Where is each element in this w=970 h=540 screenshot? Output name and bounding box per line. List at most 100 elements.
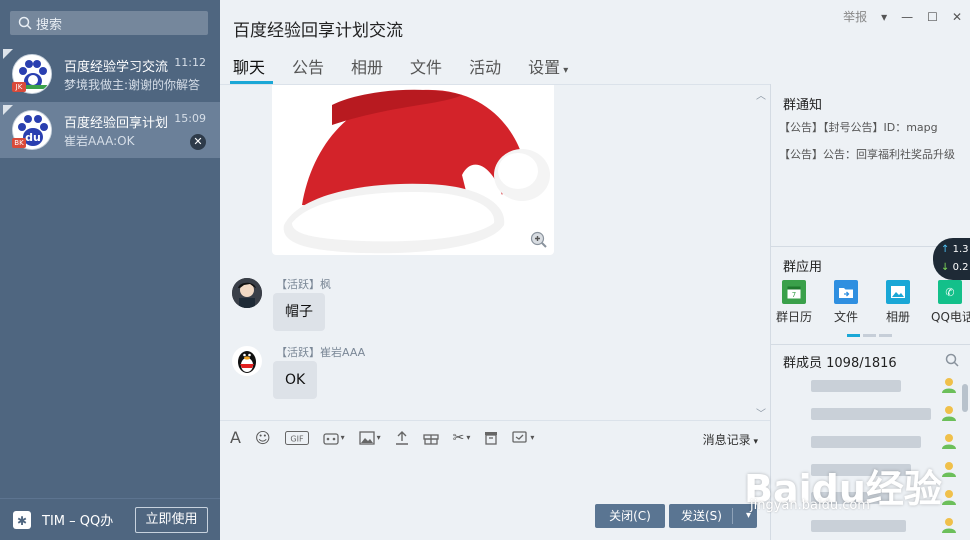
close-icon[interactable]: ✕ <box>952 10 962 24</box>
report-link[interactable]: 举报 <box>843 8 867 25</box>
message-bubble: OK <box>273 361 318 399</box>
photo-icon <box>886 280 910 304</box>
notice-item[interactable]: 【公告】【封号公告】ID：mapg <box>779 119 938 135</box>
avatar[interactable] <box>232 346 262 376</box>
search-input[interactable]: 搜索 <box>10 11 208 35</box>
upload-icon[interactable] <box>395 430 409 445</box>
chevron-down-icon[interactable]: ▾ <box>881 10 887 24</box>
member-name-blurred <box>811 520 906 532</box>
conversation-item-active[interactable]: du BK 百度经验回享计划 崔岩AAA:OK 15:09 ✕ <box>0 102 220 158</box>
group-badge: BK <box>12 138 26 148</box>
group-badge: JK <box>12 82 26 92</box>
app-page-indicator <box>847 334 892 337</box>
message-history-link[interactable]: 消息记录 ▾ <box>703 431 758 448</box>
svg-text:✱: ✱ <box>17 514 27 528</box>
download-speed: ↓ 0.2 <box>941 262 969 273</box>
app-label: 群日历 <box>775 310 812 324</box>
download-speed-value: 0.2 <box>952 262 969 273</box>
search-icon[interactable] <box>945 353 959 367</box>
svg-text:GIF: GIF <box>290 434 304 443</box>
member-item[interactable] <box>779 376 959 396</box>
minimize-icon[interactable]: — <box>901 10 913 24</box>
app-label: QQ电话 <box>931 310 970 324</box>
tab-files[interactable]: 文件 <box>397 48 452 84</box>
search-icon <box>18 16 32 30</box>
tab-activity[interactable]: 活动 <box>456 48 511 84</box>
tim-logo-icon: ✱ <box>13 510 31 529</box>
tab-album[interactable]: 相册 <box>338 48 393 84</box>
tab-settings[interactable]: 设置 ▾ <box>515 48 578 84</box>
member-avatar-icon <box>941 376 957 397</box>
app-files[interactable]: 文件 <box>827 280 865 325</box>
magic-emoji-icon[interactable]: ▾ <box>322 431 345 445</box>
members-title: 群成员 1098/1816 <box>783 356 897 371</box>
member-avatar-icon <box>941 404 957 425</box>
members-scrollbar[interactable] <box>962 384 968 412</box>
conversation-preview: 崔岩AAA:OK <box>64 134 135 148</box>
search-placeholder: 搜索 <box>36 17 63 33</box>
archive-icon[interactable] <box>484 431 498 445</box>
maximize-icon[interactable]: ☐ <box>927 10 938 24</box>
phone-icon: ✆ <box>938 280 962 304</box>
page-title: 百度经验回享计划交流 <box>233 21 403 41</box>
conversation-preview: 梦境我做主:谢谢的你解答 <box>64 78 200 92</box>
app-calendar[interactable]: 7 群日历 <box>775 280 813 325</box>
upload-speed-value: 1.3 <box>952 244 969 255</box>
app-label: 相册 <box>885 310 910 324</box>
conversation-item[interactable]: JK 百度经验学习交流 梦境我做主:谢谢的你解答 11:12 <box>0 46 220 102</box>
gift-icon[interactable] <box>422 431 439 445</box>
sidebar-footer: ✱ TIM – QQ办 立即使用 <box>0 498 220 540</box>
sidebar: 搜索 JK 百度经验学习交流 梦境我做主:谢谢的你解答 11:12 du BK … <box>0 0 220 540</box>
tab-announcement[interactable]: 公告 <box>279 48 334 84</box>
member-avatar-icon <box>941 516 957 537</box>
member-avatar-icon <box>941 460 957 481</box>
member-name-blurred <box>811 380 901 392</box>
more-tools-icon[interactable]: ▾ <box>512 430 534 445</box>
message-sender: 【活跃】枫 <box>276 278 331 291</box>
message-sender: 【活跃】崔岩AAA <box>276 346 366 359</box>
tab-bar: 聊天 公告 相册 文件 活动 设置 ▾ <box>220 48 582 84</box>
font-icon[interactable]: A <box>230 428 241 447</box>
member-item[interactable] <box>779 404 959 424</box>
network-speed-widget[interactable]: ↑ 1.3 ↓ 0.2 <box>933 238 970 280</box>
notice-title: 群通知 <box>783 98 823 113</box>
svg-text:du: du <box>25 131 41 144</box>
member-item[interactable] <box>779 516 959 536</box>
app-album[interactable]: 相册 <box>879 280 917 325</box>
apps-title: 群应用 <box>783 260 823 275</box>
conversation-time: 15:09 <box>174 112 206 125</box>
app-qq-phone[interactable]: ✆ QQ电话 <box>931 280 970 325</box>
tim-label: TIM – QQ办 <box>42 514 114 529</box>
member-name-blurred <box>811 408 931 420</box>
santa-hat-image[interactable] <box>272 85 554 255</box>
zoom-in-icon[interactable] <box>530 231 548 249</box>
member-item[interactable] <box>779 432 959 452</box>
member-avatar-icon <box>941 432 957 453</box>
svg-text:7: 7 <box>792 291 796 299</box>
upload-speed: ↑ 1.3 <box>941 244 969 255</box>
window-controls: 举报 ▾ — ☐ ✕ <box>843 8 962 25</box>
image-icon[interactable]: ▾ <box>358 430 381 445</box>
pin-corner <box>3 49 13 59</box>
avatar[interactable] <box>232 278 262 308</box>
pin-corner <box>3 105 13 115</box>
member-name-blurred <box>811 436 921 448</box>
gif-icon[interactable]: GIF <box>284 430 309 445</box>
conversation-name: 百度经验回享计划 <box>64 116 169 131</box>
send-label: 发送(S) <box>681 509 722 523</box>
close-icon[interactable]: ✕ <box>190 134 206 150</box>
scroll-down-icon[interactable]: ﹀ <box>756 405 766 419</box>
members-header: 群成员 1098/1816 <box>771 344 970 374</box>
chevron-down-icon: ▾ <box>560 65 569 76</box>
close-button[interactable]: 关闭(C) <box>595 504 665 528</box>
emoji-icon[interactable]: ☺ <box>255 429 271 447</box>
send-divider <box>732 508 733 524</box>
input-toolbar: A ☺ GIF ▾ ▾ ✂ ▾ ▾ 消息记录 ▾ <box>220 420 770 454</box>
screenshot-scissors-icon[interactable]: ✂ ▾ <box>453 430 471 446</box>
use-now-button[interactable]: 立即使用 <box>135 507 208 533</box>
folder-icon <box>834 280 858 304</box>
chevron-down-icon: ▾ <box>750 437 758 447</box>
tab-chat[interactable]: 聊天 <box>220 48 275 84</box>
notice-item[interactable]: 【公告】公告：回享福利社奖品升级 <box>779 146 955 162</box>
scroll-up-icon[interactable]: ︿ <box>756 87 766 102</box>
